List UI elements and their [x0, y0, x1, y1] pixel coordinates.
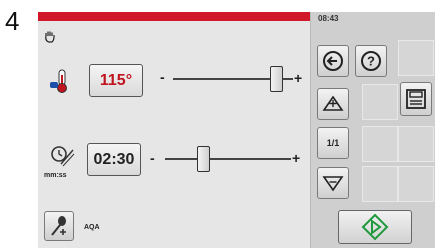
up-button[interactable] [317, 88, 349, 120]
back-icon [323, 51, 343, 71]
temperature-value[interactable]: 115° [89, 64, 143, 97]
timer-plus[interactable]: + [292, 151, 300, 165]
temperature-plus[interactable]: + [294, 71, 302, 85]
timer-unit: mm:ss [44, 172, 67, 179]
empty-cell [362, 84, 398, 120]
timer-off-icon [49, 144, 75, 173]
empty-cell [362, 166, 398, 202]
core-probe-icon [51, 216, 66, 236]
status-clock: 08:43 [318, 14, 339, 23]
temperature-minus[interactable]: - [160, 70, 165, 84]
timer-slider-track[interactable] [165, 158, 291, 160]
timer-slider-thumb[interactable] [196, 146, 210, 172]
timer-minus[interactable]: - [150, 151, 155, 165]
save-icon [406, 89, 426, 109]
thermometer-icon [50, 68, 74, 99]
core-probe-button[interactable] [44, 211, 74, 241]
back-button[interactable] [317, 45, 349, 77]
down-icon [322, 176, 344, 192]
temperature-slider-thumb[interactable] [270, 66, 284, 92]
empty-cell [398, 126, 434, 162]
empty-cell [398, 40, 434, 76]
status-bar-red [38, 12, 310, 21]
hand-icon [44, 30, 56, 48]
ratio-label: 1/1 [326, 138, 340, 148]
up-icon [322, 95, 344, 111]
start-button[interactable] [338, 210, 412, 244]
empty-cell [362, 126, 398, 162]
oven-control-screen: 115° - + mm:ss 02:30 - + AQA 08:43 ? 1/1 [38, 12, 435, 248]
probe-label: AQA [84, 224, 100, 231]
save-button[interactable] [400, 82, 432, 116]
down-button[interactable] [317, 167, 349, 199]
step-number: 4 [5, 6, 20, 36]
help-icon: ? [361, 51, 381, 71]
start-icon [361, 213, 389, 241]
svg-text:?: ? [367, 54, 375, 69]
timer-value[interactable]: 02:30 [87, 143, 141, 176]
ratio-button[interactable]: 1/1 [317, 127, 349, 159]
help-button[interactable]: ? [355, 45, 387, 77]
settings-panel: 115° - + mm:ss 02:30 - + AQA [38, 12, 310, 248]
empty-cell [398, 166, 434, 202]
